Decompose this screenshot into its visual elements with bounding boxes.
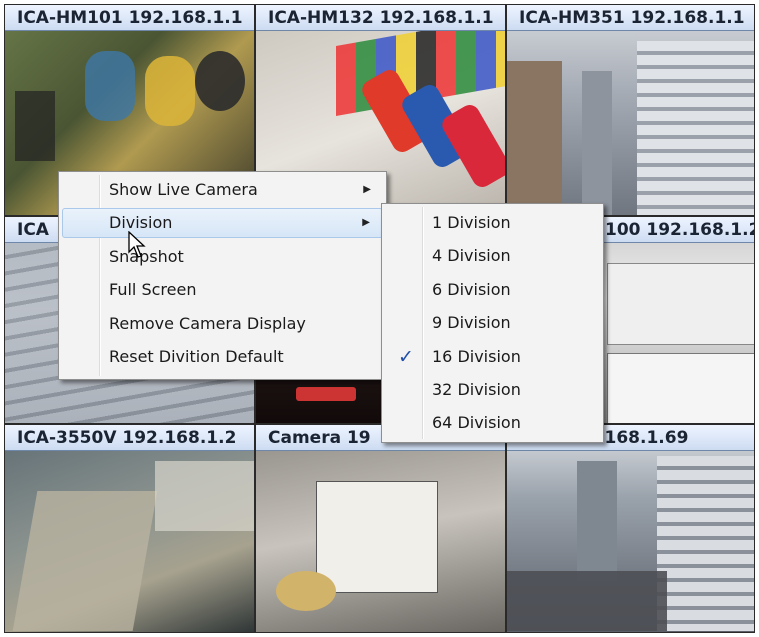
submenu-item-32-division[interactable]: 32 Division xyxy=(385,375,600,405)
camera-title: ICA-3550V 192.168.1.2 xyxy=(5,425,254,451)
menu-item-label: 64 Division xyxy=(432,413,521,432)
menu-item-label: Reset Divition Default xyxy=(109,347,284,366)
menu-item-full-screen[interactable]: Full Screen xyxy=(62,275,383,305)
camera-cell-7[interactable]: ICA-3550V 192.168.1.2 xyxy=(4,424,255,633)
context-menu: Show Live Camera ▶ Division ▶ Snapshot F… xyxy=(58,171,387,380)
submenu-item-64-division[interactable]: 64 Division xyxy=(385,408,600,438)
submenu-arrow-icon: ▶ xyxy=(362,217,370,228)
camera-title: ICA-HM351 192.168.1.1 xyxy=(507,5,754,31)
submenu-item-1-division[interactable]: 1 Division xyxy=(385,208,600,238)
menu-item-label: 6 Division xyxy=(432,280,511,299)
menu-item-label: 32 Division xyxy=(432,380,521,399)
camera-feed xyxy=(5,451,254,632)
menu-item-remove-camera-display[interactable]: Remove Camera Display xyxy=(62,309,383,339)
camera-title: ICA-HM101 192.168.1.1 xyxy=(5,5,254,31)
menu-item-snapshot[interactable]: Snapshot xyxy=(62,242,383,272)
menu-item-label: 9 Division xyxy=(432,313,511,332)
menu-item-label: Remove Camera Display xyxy=(109,314,306,333)
menu-item-show-live-camera[interactable]: Show Live Camera ▶ xyxy=(62,175,383,205)
camera-feed xyxy=(507,31,754,215)
menu-item-label: Full Screen xyxy=(109,280,197,299)
camera-feed xyxy=(507,451,754,632)
checkmark-icon: ✓ xyxy=(398,346,414,368)
submenu-item-16-division[interactable]: ✓ 16 Division xyxy=(385,342,600,372)
camera-title: ICA-HM132 192.168.1.1 xyxy=(256,5,505,31)
camera-cell-8[interactable]: Camera 19 xyxy=(255,424,506,633)
camera-cell-3[interactable]: ICA-HM351 192.168.1.1 xyxy=(506,4,755,216)
camera-cell-9[interactable]: 10 192.168.1.69 xyxy=(506,424,755,633)
menu-item-label: 16 Division xyxy=(432,347,521,366)
division-submenu: 1 Division 4 Division 6 Division 9 Divis… xyxy=(381,203,604,443)
camera-feed xyxy=(256,451,505,632)
menu-item-reset-division-default[interactable]: Reset Divition Default xyxy=(62,342,383,372)
menu-item-label: 4 Division xyxy=(432,246,511,265)
menu-item-division[interactable]: Division ▶ xyxy=(62,208,383,238)
menu-item-label: Show Live Camera xyxy=(109,180,258,199)
menu-item-label: 1 Division xyxy=(432,213,511,232)
submenu-item-9-division[interactable]: 9 Division xyxy=(385,308,600,338)
submenu-arrow-icon: ▶ xyxy=(363,184,371,195)
menu-item-label: Division xyxy=(109,213,173,232)
submenu-item-6-division[interactable]: 6 Division xyxy=(385,275,600,305)
mouse-cursor-icon xyxy=(128,231,146,258)
submenu-item-4-division[interactable]: 4 Division xyxy=(385,241,600,271)
